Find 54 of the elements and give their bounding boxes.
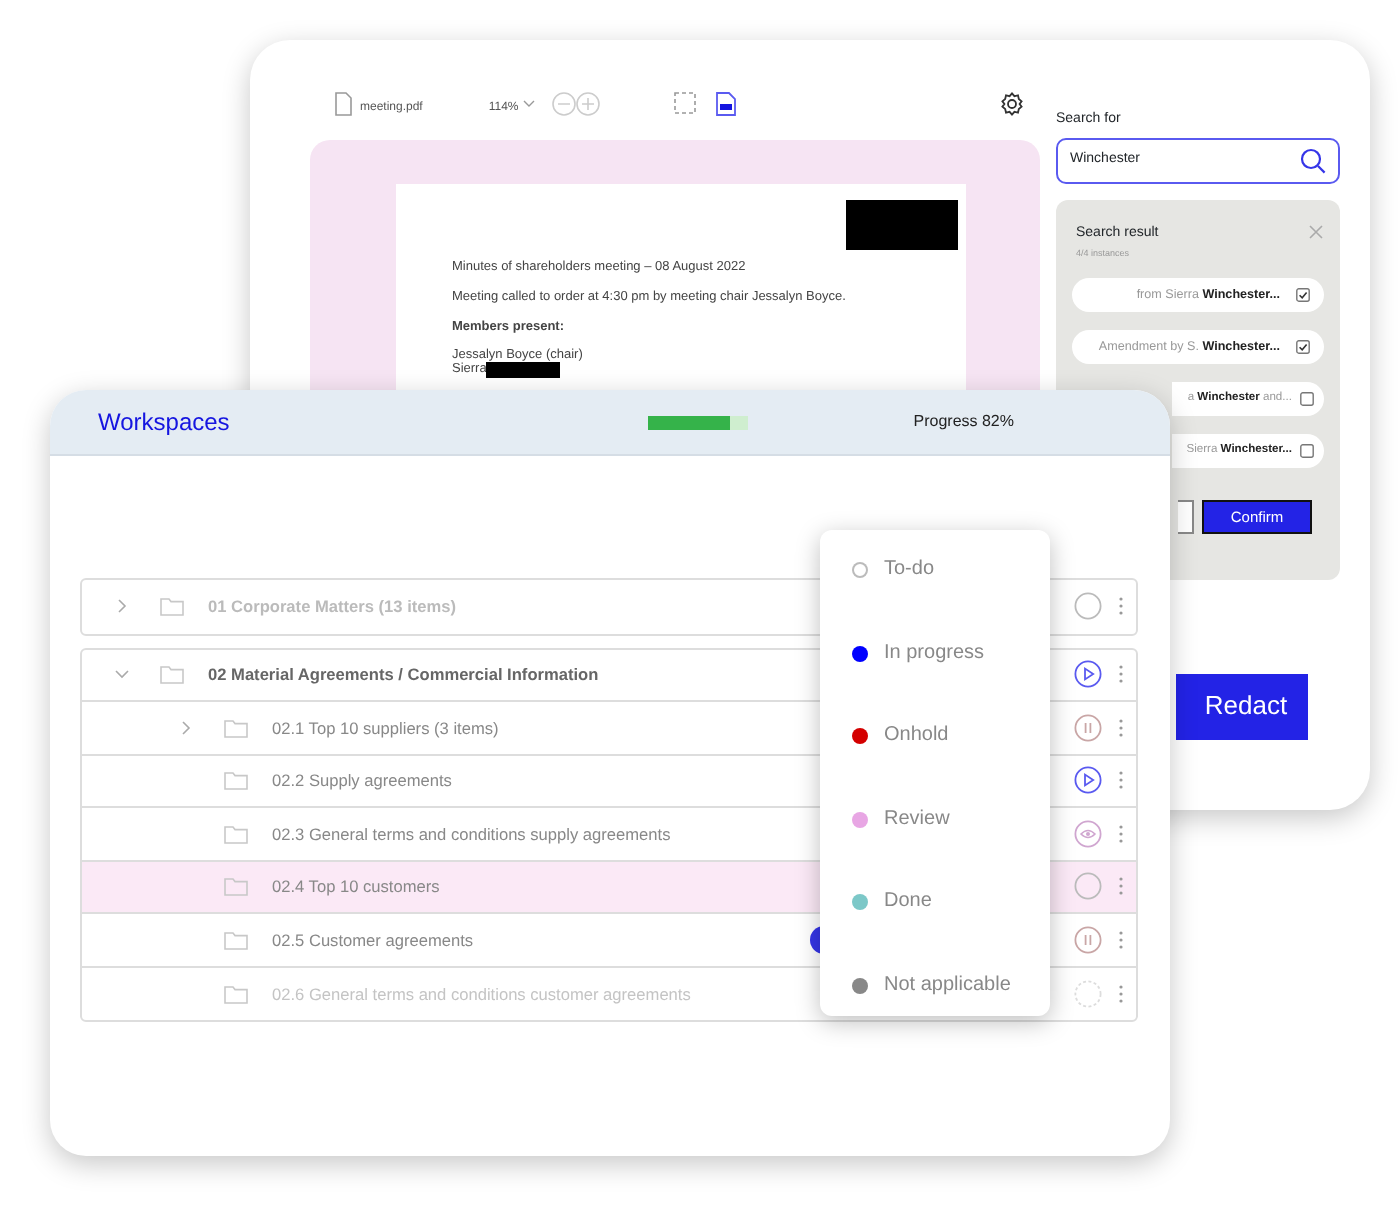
- select-area-icon[interactable]: [674, 92, 697, 114]
- status-icon[interactable]: [1074, 766, 1102, 795]
- status-option[interactable]: Done: [884, 886, 932, 916]
- close-icon[interactable]: [1308, 223, 1324, 239]
- redaction-block: [486, 362, 561, 379]
- caret-icon[interactable]: [522, 98, 537, 110]
- search-icon[interactable]: [1300, 147, 1326, 173]
- folder-name[interactable]: 02 Material Agreements / Commercial Information: [208, 662, 599, 687]
- status-option[interactable]: To-do: [884, 554, 935, 584]
- redaction-block: [846, 200, 958, 250]
- more-icon[interactable]: [1118, 983, 1124, 1004]
- checkbox[interactable]: [1300, 443, 1314, 458]
- window-title: Workspaces: [98, 406, 230, 440]
- folder-icon: [160, 596, 184, 617]
- status-option[interactable]: Onhold: [884, 720, 949, 750]
- folder-icon: [224, 876, 248, 897]
- zoom-in-icon[interactable]: [576, 92, 601, 116]
- cancel-button[interactable]: [1178, 499, 1194, 534]
- status-icon[interactable]: [1074, 925, 1102, 954]
- folder-icon: [160, 664, 184, 685]
- settings-icon[interactable]: [1000, 92, 1024, 116]
- status-option[interactable]: In progress: [884, 637, 985, 667]
- folder-name[interactable]: 02.1 Top 10 suppliers (3 items): [272, 715, 499, 740]
- redact-page-icon[interactable]: [716, 92, 737, 116]
- checkbox[interactable]: [1296, 339, 1310, 354]
- more-icon[interactable]: [1118, 823, 1124, 844]
- chevron-icon[interactable]: [114, 666, 130, 683]
- progress-label: Progress 82%: [913, 410, 1014, 434]
- folder-icon: [224, 929, 248, 950]
- folder-icon: [224, 717, 248, 738]
- more-icon[interactable]: [1118, 596, 1124, 617]
- redact-button[interactable]: Redact: [1176, 673, 1308, 739]
- file-icon[interactable]: [334, 92, 352, 116]
- folder-icon: [224, 983, 248, 1004]
- more-icon[interactable]: [1118, 664, 1124, 685]
- checkbox[interactable]: [1300, 391, 1314, 406]
- status-option[interactable]: Not applicable: [884, 969, 1011, 999]
- status-icon[interactable]: [1074, 660, 1102, 689]
- zoom-out-icon[interactable]: [552, 92, 577, 116]
- more-icon[interactable]: [1118, 717, 1124, 738]
- folder-icon: [224, 770, 248, 791]
- status-option[interactable]: Review: [884, 803, 950, 833]
- folder-icon: [224, 823, 248, 844]
- more-icon[interactable]: [1118, 876, 1124, 897]
- folder-name[interactable]: 02.2 Supply agreements: [272, 768, 452, 793]
- folder-name[interactable]: 02.4 Top 10 customers: [272, 874, 440, 899]
- status-icon[interactable]: [1074, 713, 1102, 742]
- checkbox[interactable]: [1296, 287, 1310, 302]
- more-icon[interactable]: [1118, 770, 1124, 791]
- status-icon[interactable]: [1074, 819, 1102, 848]
- folder-name[interactable]: 02.5 Customer agreements: [272, 927, 474, 952]
- chevron-icon[interactable]: [178, 719, 194, 736]
- more-icon[interactable]: [1118, 929, 1124, 950]
- folder-name[interactable]: 02.3 General terms and conditions supply agreements: [272, 821, 671, 846]
